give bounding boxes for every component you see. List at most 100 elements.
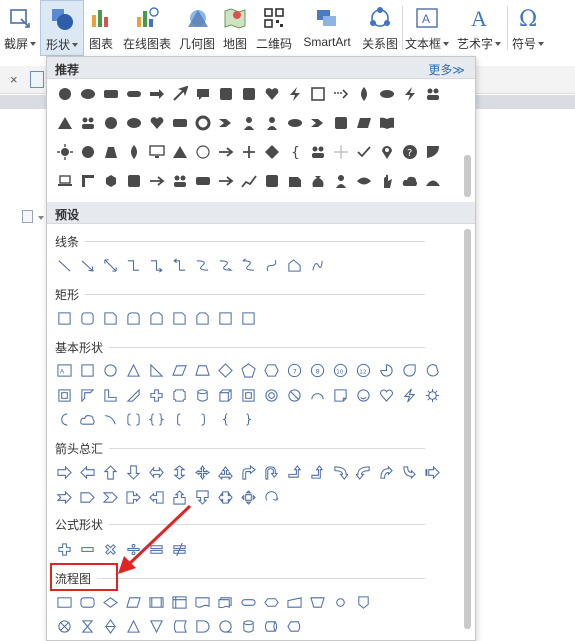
storedData-shape-icon[interactable] (168, 616, 191, 636)
rect-shape-icon[interactable] (191, 170, 214, 192)
symbol-button[interactable]: Ω 符号 (508, 0, 548, 56)
recommended-scrollbar[interactable] (463, 97, 472, 247)
person-shape-icon[interactable] (260, 112, 283, 134)
connector-shape-icon[interactable] (329, 592, 352, 612)
moneyBag-shape-icon[interactable] (306, 170, 329, 192)
curveArr-shape-icon[interactable] (214, 255, 237, 275)
bolt-shape-icon[interactable] (398, 385, 421, 405)
preset-scrollbar[interactable] (463, 227, 472, 637)
curvedD-shape-icon[interactable] (398, 462, 421, 482)
snip1-shape-icon[interactable] (168, 308, 191, 328)
chev-shape-icon[interactable] (306, 112, 329, 134)
geometry-button[interactable]: 几何图 (176, 0, 218, 56)
uturn-shape-icon[interactable] (260, 462, 283, 482)
snip2-shape-icon[interactable] (145, 308, 168, 328)
text-shape-icon[interactable]: A (53, 360, 76, 380)
book-shape-icon[interactable] (375, 112, 398, 134)
manualIn-shape-icon[interactable] (283, 592, 306, 612)
pentArr-shape-icon[interactable] (76, 487, 99, 507)
trap-shape-icon[interactable] (191, 360, 214, 380)
map-button[interactable]: 地图 (218, 0, 252, 56)
pie-shape-icon[interactable] (375, 360, 398, 380)
heart-shape-icon[interactable] (260, 83, 283, 105)
cube-shape-icon[interactable] (99, 170, 122, 192)
rrect-shape-icon[interactable] (76, 308, 99, 328)
textbox-button[interactable]: A 文本框 (403, 0, 451, 56)
arrowR-shape-icon[interactable] (145, 83, 168, 105)
rect-shape-icon[interactable] (214, 308, 237, 328)
corner-shape-icon[interactable] (76, 170, 99, 192)
fEq-shape-icon[interactable] (145, 539, 168, 559)
chord-shape-icon[interactable] (421, 360, 444, 380)
magDisk-shape-icon[interactable] (237, 616, 260, 636)
bent-shape-icon[interactable] (237, 462, 260, 482)
snip1-shape-icon[interactable] (99, 308, 122, 328)
extract-shape-icon[interactable] (122, 616, 145, 636)
smartart-button[interactable]: SmartArt (296, 0, 358, 56)
aD-shape-icon[interactable] (122, 462, 145, 482)
circOut-shape-icon[interactable] (191, 141, 214, 163)
shapes-button[interactable]: 形状 (40, 0, 84, 56)
manualOp-shape-icon[interactable] (306, 592, 329, 612)
rect-shape-icon[interactable] (76, 360, 99, 380)
altProc-shape-icon[interactable] (76, 592, 99, 612)
bag-shape-icon[interactable] (99, 141, 122, 163)
document-icon[interactable] (30, 71, 44, 88)
wordart-button[interactable]: A 艺术字 (451, 0, 507, 56)
directAccess-shape-icon[interactable] (260, 616, 283, 636)
frame-shape-icon[interactable] (53, 385, 76, 405)
rect-shape-icon[interactable] (99, 83, 122, 105)
elbowArr-shape-icon[interactable] (145, 255, 168, 275)
brace-shape-icon[interactable]: { (283, 141, 306, 163)
square-shape-icon[interactable] (260, 170, 283, 192)
monitor-shape-icon[interactable] (145, 141, 168, 163)
bolt-shape-icon[interactable] (398, 83, 421, 105)
tri-shape-icon[interactable] (122, 360, 145, 380)
collate-shape-icon[interactable] (76, 616, 99, 636)
speech-shape-icon[interactable] (191, 83, 214, 105)
freeS-shape-icon[interactable] (260, 255, 283, 275)
pin-shape-icon[interactable] (375, 141, 398, 163)
sort-shape-icon[interactable] (99, 616, 122, 636)
arcSm-shape-icon[interactable] (99, 409, 122, 429)
heart-shape-icon[interactable] (375, 385, 398, 405)
fMul-shape-icon[interactable] (99, 539, 122, 559)
prep-shape-icon[interactable] (260, 592, 283, 612)
seqAccess-shape-icon[interactable] (214, 616, 237, 636)
notched-shape-icon[interactable] (53, 487, 76, 507)
lBracket-shape-icon[interactable] (168, 409, 191, 429)
plus-shape-icon[interactable] (237, 141, 260, 163)
process-shape-icon[interactable] (53, 592, 76, 612)
sumJ-shape-icon[interactable] (53, 616, 76, 636)
paragraph-icon[interactable] (22, 210, 33, 223)
close-icon[interactable]: × (10, 72, 18, 87)
lens-shape-icon[interactable] (375, 83, 398, 105)
arc-shape-icon[interactable] (306, 385, 329, 405)
lineArr-shape-icon[interactable] (76, 255, 99, 275)
curvedR-shape-icon[interactable] (329, 462, 352, 482)
lineDbl-shape-icon[interactable] (99, 255, 122, 275)
callLR-shape-icon[interactable] (214, 487, 237, 507)
aL-shape-icon[interactable] (76, 462, 99, 482)
arrowThin-shape-icon[interactable] (214, 170, 237, 192)
hex-shape-icon[interactable] (260, 360, 283, 380)
square-shape-icon[interactable] (214, 83, 237, 105)
terminator-shape-icon[interactable] (237, 592, 260, 612)
diagStripe-shape-icon[interactable] (122, 385, 145, 405)
people-shape-icon[interactable] (76, 112, 99, 134)
tri-shape-icon[interactable] (53, 112, 76, 134)
bevel-shape-icon[interactable] (237, 385, 260, 405)
dblBracket-shape-icon[interactable] (122, 409, 145, 429)
merge-shape-icon[interactable] (145, 616, 168, 636)
oct-shape-icon[interactable]: 8 (306, 360, 329, 380)
cloud-shape-icon[interactable] (76, 409, 99, 429)
multiDoc-shape-icon[interactable] (214, 592, 237, 612)
line-shape-icon[interactable] (53, 255, 76, 275)
noSym-shape-icon[interactable] (283, 385, 306, 405)
cube-shape-icon[interactable] (214, 385, 237, 405)
check-shape-icon[interactable] (352, 141, 375, 163)
smile-shape-icon[interactable] (352, 385, 375, 405)
sun-shape-icon[interactable] (53, 141, 76, 163)
tear-shape-icon[interactable] (398, 360, 421, 380)
cross-shape-icon[interactable] (145, 385, 168, 405)
